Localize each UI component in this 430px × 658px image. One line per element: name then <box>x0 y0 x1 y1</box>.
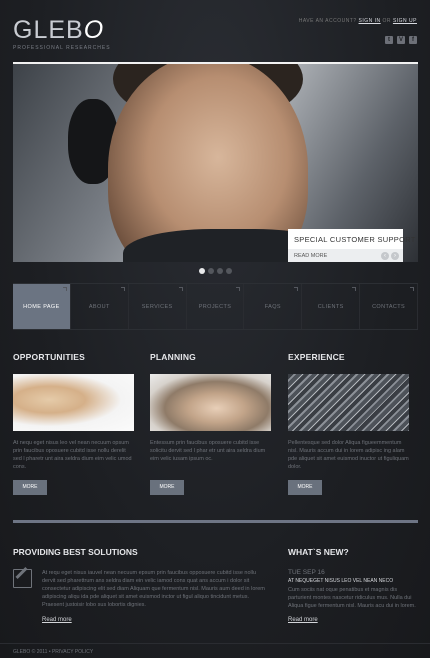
edit-icon <box>13 569 32 588</box>
nav-item-clients[interactable]: CLIENTS <box>302 284 361 329</box>
feature-title: PLANNING <box>150 352 196 362</box>
next-arrow-icon[interactable]: › <box>391 252 399 260</box>
news-text: Cum sociis nat oque penatibus et magnis … <box>288 587 416 609</box>
nav-item-home[interactable]: HOME PAGE <box>13 284 71 329</box>
logo-wordmark: GLEBO <box>13 18 111 43</box>
slider-dot-1[interactable] <box>199 268 205 274</box>
solutions-read-more-link[interactable]: Read more <box>42 617 72 623</box>
logo-text-o: O <box>83 16 105 44</box>
logo-text-main: GLEB <box>13 16 84 44</box>
experience-more-button[interactable]: MORE <box>288 480 322 495</box>
feature-image-woman <box>13 374 134 431</box>
feature-image-man <box>150 374 271 431</box>
news-headline: AT NEQUEGET NISUS LEO VEL NEAN NECO <box>288 578 394 584</box>
footer-copyright: GLEBO © 2011 • PRIVACY POLICY <box>13 649 94 655</box>
site-logo[interactable]: GLEBO PROFESSIONAL RESEARCHES <box>13 18 111 52</box>
slider-dot-4[interactable] <box>226 268 232 274</box>
logo-tagline: PROFESSIONAL RESEARCHES <box>13 45 111 51</box>
feature-text: Entessum prin faucibus oposuere cubitd i… <box>150 440 266 462</box>
slider-pagination <box>199 268 232 274</box>
vimeo-icon[interactable]: V <box>397 36 405 44</box>
feature-text: At nequ eget nisus leo vel nean necuum o… <box>13 440 132 470</box>
planning-more-button[interactable]: MORE <box>150 480 184 495</box>
feature-column-opportunities: OPPORTUNITIES At nequ eget nisus leo vel… <box>13 352 134 471</box>
account-prompt: HAVE AN ACCOUNT? <box>298 18 357 24</box>
opportunities-more-button[interactable]: MORE <box>13 480 47 495</box>
news-title: WHAT`S NEW? <box>288 547 349 557</box>
slide-arrows: ‹ › <box>381 252 399 260</box>
news-date: TUE SEP 16 <box>288 569 325 576</box>
feature-column-planning: PLANNING Entessum prin faucibus oposuere… <box>150 352 271 463</box>
feature-image-maze <box>288 374 409 431</box>
slide-caption: SPECIAL CUSTOMER SUPPORT READ MORE ‹ › <box>288 229 415 262</box>
footer: GLEBO © 2011 • PRIVACY POLICY <box>0 643 430 658</box>
feature-text: Pellentesque sed dolor Aliqua figueemmen… <box>288 440 409 470</box>
feature-column-experience: Experience Pellentesque sed dolor Aliqua… <box>288 352 409 471</box>
hero-slider: SPECIAL CUSTOMER SUPPORT READ MORE ‹ › <box>13 62 418 262</box>
section-divider <box>13 520 418 523</box>
nav-item-contacts[interactable]: CONTACTS <box>360 284 419 329</box>
account-links: HAVE AN ACCOUNT? SIGN IN OR SIGN UP <box>299 18 417 24</box>
slide-read-more-link[interactable]: READ MORE <box>294 253 327 259</box>
account-or: OR <box>382 18 392 24</box>
feature-title: Experience <box>288 352 345 362</box>
feature-title: OPPORTUNITIES <box>13 352 86 362</box>
slider-dot-2[interactable] <box>208 268 214 274</box>
solutions-title: PROVIDING BEST SOLUTIONS <box>13 547 138 557</box>
twitter-icon[interactable]: t <box>385 36 393 44</box>
nav-item-about[interactable]: ABOUT <box>71 284 129 329</box>
facebook-icon[interactable]: f <box>409 36 417 44</box>
solutions-section: PROVIDING BEST SOLUTIONS At requ eget ni… <box>13 547 268 623</box>
slide-caption-title: SPECIAL CUSTOMER SUPPORT <box>294 235 416 244</box>
slide-caption-footer: READ MORE ‹ › <box>288 249 403 262</box>
sign-up-link[interactable]: SIGN UP <box>393 18 417 24</box>
nav-item-services[interactable]: SERVICES <box>129 284 187 329</box>
nav-item-projects[interactable]: PROJECTS <box>187 284 245 329</box>
social-links: t V f <box>385 36 417 44</box>
prev-arrow-icon[interactable]: ‹ <box>381 252 389 260</box>
news-section: WHAT`S NEW? TUE SEP 16 AT NEQUEGET NISUS… <box>288 547 418 623</box>
slider-dot-3[interactable] <box>217 268 223 274</box>
sign-in-link[interactable]: SIGN IN <box>359 18 381 24</box>
nav-item-faqs[interactable]: FAQS <box>244 284 303 329</box>
page: GLEBO PROFESSIONAL RESEARCHES HAVE AN AC… <box>0 0 430 658</box>
solutions-text: At requ eget nisus iauvel nean necuum ep… <box>42 570 265 608</box>
news-read-more-link[interactable]: Read more <box>288 617 318 623</box>
main-nav: HOME PAGE ABOUT SERVICES PROJECTS FAQS C… <box>13 283 419 330</box>
